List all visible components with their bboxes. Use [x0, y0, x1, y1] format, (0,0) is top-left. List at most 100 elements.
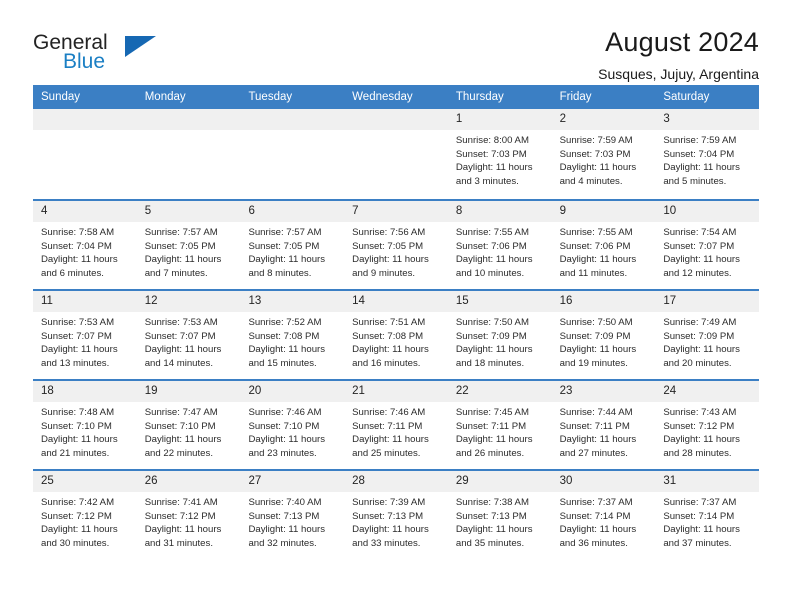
day-sun-info: Sunrise: 7:47 AM Sunset: 7:10 PM Daylight:…	[137, 402, 241, 460]
day-daylight-line2-text: and 9 minutes.	[352, 267, 416, 279]
day-cell[interactable]: 6 Sunrise: 7:57 AM Sunset: 7:05 PM Daylight…	[240, 201, 345, 289]
day-cell-empty	[33, 109, 137, 199]
day-cell[interactable]: 8 Sunrise: 7:55 AM Sunset: 7:06 PM Daylight…	[447, 201, 552, 289]
day-sunrise-text: Sunrise: 7:44 AM	[559, 407, 633, 418]
day-cell[interactable]: 10 Sunrise: 7:54 AM Sunset: 7:07 PM Dayligh…	[655, 201, 760, 289]
day-cell[interactable]: 28 Sunrise: 7:39 AM Sunset: 7:13 PM Dayligh…	[344, 471, 448, 559]
day-cell[interactable]: 3 Sunrise: 7:59 AM Sunset: 7:04 PM Daylight…	[655, 109, 760, 199]
day-sun-info: Sunrise: 7:46 AM Sunset: 7:10 PM Daylight:…	[240, 402, 344, 460]
day-cell[interactable]: 16 Sunrise: 7:50 AM Sunset: 7:09 PM Dayligh…	[551, 291, 656, 379]
day-daylight-line1-text: Daylight: 11 hours	[455, 344, 533, 356]
calendar-week-row: 18 Sunrise: 7:48 AM Sunset: 7:10 PM Dayligh…	[33, 379, 760, 469]
day-cell[interactable]: 1 Sunrise: 8:00 AM Sunset: 7:03 PM Daylight…	[447, 109, 552, 199]
day-sunset-text: Sunset: 7:13 PM	[455, 510, 527, 522]
day-sunrise-text: Sunrise: 7:38 AM	[455, 497, 529, 508]
calendar-grid: Sunday Monday Tuesday Wednesday Thursday Frid…	[33, 85, 760, 559]
day-number: 10	[655, 201, 760, 222]
day-cell[interactable]: 12 Sunrise: 7:53 AM Sunset: 7:07 PM Dayligh…	[136, 291, 241, 379]
day-sunrise-text: Sunrise: 7:56 AM	[352, 227, 426, 238]
day-sunrise-text: Sunrise: 7:37 AM	[559, 497, 633, 508]
day-cell[interactable]: 4 Sunrise: 7:58 AM Sunset: 7:04 PM Daylight…	[33, 201, 137, 289]
day-daylight-line1-text: Daylight: 11 hours	[559, 524, 637, 536]
day-daylight-line2-text: and 32 minutes.	[248, 537, 317, 549]
day-sun-info: Sunrise: 7:54 AM Sunset: 7:07 PM Daylight:…	[655, 222, 759, 280]
day-sunrise-text: Sunrise: 7:41 AM	[144, 497, 218, 508]
weekday-header-row: Sunday Monday Tuesday Wednesday Thursday Frid…	[33, 85, 759, 109]
day-cell[interactable]: 23 Sunrise: 7:44 AM Sunset: 7:11 PM Dayligh…	[551, 381, 656, 469]
day-cell[interactable]: 14 Sunrise: 7:51 AM Sunset: 7:08 PM Dayligh…	[344, 291, 448, 379]
day-sun-info: Sunrise: 7:52 AM Sunset: 7:08 PM Daylight:…	[240, 312, 344, 370]
day-sun-info: Sunrise: 7:37 AM Sunset: 7:14 PM Daylight:…	[655, 492, 759, 550]
day-daylight-line2-text: and 4 minutes.	[559, 175, 623, 187]
day-sunset-text: Sunset: 7:10 PM	[41, 420, 112, 432]
day-daylight-line2-text: and 22 minutes.	[144, 447, 213, 459]
day-cell[interactable]: 25 Sunrise: 7:42 AM Sunset: 7:12 PM Dayligh…	[33, 471, 137, 559]
day-number: 31	[655, 471, 760, 492]
day-cell[interactable]: 19 Sunrise: 7:47 AM Sunset: 7:10 PM Dayligh…	[136, 381, 241, 469]
day-cell[interactable]: 15 Sunrise: 7:50 AM Sunset: 7:09 PM Dayligh…	[447, 291, 552, 379]
day-daylight-line1-text: Daylight: 11 hours	[559, 254, 637, 266]
day-cell[interactable]: 27 Sunrise: 7:40 AM Sunset: 7:13 PM Dayligh…	[240, 471, 345, 559]
day-sunset-text: Sunset: 7:13 PM	[248, 510, 320, 522]
day-cell[interactable]: 7 Sunrise: 7:56 AM Sunset: 7:05 PM Daylight…	[344, 201, 448, 289]
day-cell[interactable]: 20 Sunrise: 7:46 AM Sunset: 7:10 PM Dayligh…	[240, 381, 345, 469]
day-number: 29	[447, 471, 552, 492]
day-cell[interactable]: 22 Sunrise: 7:45 AM Sunset: 7:11 PM Dayligh…	[447, 381, 552, 469]
day-sunset-text: Sunset: 7:12 PM	[144, 510, 216, 522]
calendar-week-row: 1 Sunrise: 8:00 AM Sunset: 7:03 PM Daylight…	[33, 109, 760, 199]
day-sun-info: Sunrise: 7:50 AM Sunset: 7:09 PM Daylight:…	[552, 312, 656, 370]
day-cell[interactable]: 13 Sunrise: 7:52 AM Sunset: 7:08 PM Dayligh…	[240, 291, 345, 379]
day-cell[interactable]: 21 Sunrise: 7:46 AM Sunset: 7:11 PM Dayligh…	[344, 381, 448, 469]
day-daylight-line1-text: Daylight: 11 hours	[663, 344, 740, 356]
day-number: 5	[136, 201, 241, 222]
day-sunset-text: Sunset: 7:14 PM	[663, 510, 735, 522]
day-sunrise-text: Sunrise: 7:58 AM	[41, 227, 115, 238]
day-daylight-line2-text: and 36 minutes.	[559, 537, 628, 549]
day-sunset-text: Sunset: 7:05 PM	[352, 240, 424, 252]
day-sun-info: Sunrise: 7:43 AM Sunset: 7:12 PM Daylight:…	[655, 402, 759, 460]
day-sunrise-text: Sunrise: 7:53 AM	[144, 317, 218, 328]
day-daylight-line2-text: and 33 minutes.	[352, 537, 421, 549]
day-cell[interactable]: 17 Sunrise: 7:49 AM Sunset: 7:09 PM Dayligh…	[655, 291, 760, 379]
day-sun-info: Sunrise: 7:58 AM Sunset: 7:04 PM Daylight:…	[33, 222, 137, 280]
day-sunset-text: Sunset: 7:04 PM	[663, 148, 735, 160]
day-cell[interactable]: 5 Sunrise: 7:57 AM Sunset: 7:05 PM Daylight…	[136, 201, 241, 289]
day-sunrise-text: Sunrise: 7:42 AM	[41, 497, 115, 508]
day-sun-info: Sunrise: 7:44 AM Sunset: 7:11 PM Daylight:…	[552, 402, 656, 460]
day-cell[interactable]: 26 Sunrise: 7:41 AM Sunset: 7:12 PM Dayligh…	[136, 471, 241, 559]
day-sun-info: Sunrise: 7:57 AM Sunset: 7:05 PM Daylight:…	[137, 222, 241, 280]
day-number: 9	[551, 201, 656, 222]
day-daylight-line1-text: Daylight: 11 hours	[663, 254, 740, 266]
day-sun-info: Sunrise: 7:57 AM Sunset: 7:05 PM Daylight:…	[240, 222, 344, 280]
day-sun-info: Sunrise: 7:38 AM Sunset: 7:13 PM Daylight:…	[448, 492, 552, 550]
day-cell[interactable]: 9 Sunrise: 7:55 AM Sunset: 7:06 PM Daylight…	[551, 201, 656, 289]
day-number: 19	[136, 381, 241, 402]
day-sun-info: Sunrise: 7:55 AM Sunset: 7:06 PM Daylight:…	[448, 222, 552, 280]
day-cell[interactable]: 18 Sunrise: 7:48 AM Sunset: 7:10 PM Dayligh…	[33, 381, 137, 469]
day-daylight-line1-text: Daylight: 11 hours	[559, 162, 637, 174]
day-number: 3	[655, 109, 760, 130]
day-sunrise-text: Sunrise: 7:43 AM	[663, 407, 737, 418]
day-cell[interactable]: 24 Sunrise: 7:43 AM Sunset: 7:12 PM Dayligh…	[655, 381, 760, 469]
day-daylight-line2-text: and 35 minutes.	[455, 537, 525, 549]
day-number: 28	[344, 471, 448, 492]
day-cell[interactable]: 30 Sunrise: 7:37 AM Sunset: 7:14 PM Dayligh…	[551, 471, 656, 559]
day-daylight-line1-text: Daylight: 11 hours	[455, 524, 533, 536]
day-cell[interactable]: 2 Sunrise: 7:59 AM Sunset: 7:03 PM Daylight…	[551, 109, 656, 199]
day-sun-info: Sunrise: 7:41 AM Sunset: 7:12 PM Daylight:…	[137, 492, 241, 550]
day-number: 12	[136, 291, 241, 312]
day-daylight-line1-text: Daylight: 11 hours	[41, 524, 118, 536]
day-number: 7	[344, 201, 448, 222]
day-cell[interactable]: 29 Sunrise: 7:38 AM Sunset: 7:13 PM Dayligh…	[447, 471, 552, 559]
day-daylight-line1-text: Daylight: 11 hours	[455, 434, 533, 446]
day-cell[interactable]: 31 Sunrise: 7:37 AM Sunset: 7:14 PM Dayligh…	[655, 471, 760, 559]
day-sunset-text: Sunset: 7:03 PM	[455, 148, 527, 160]
day-sunrise-text: Sunrise: 7:50 AM	[455, 317, 529, 328]
calendar-page: General Blue August 2024 Susques, Jujuy,…	[0, 0, 792, 612]
brand-logo[interactable]: General Blue	[33, 26, 203, 72]
day-sunset-text: Sunset: 7:11 PM	[455, 420, 527, 432]
day-number	[33, 109, 137, 130]
day-number: 30	[551, 471, 656, 492]
day-daylight-line2-text: and 15 minutes.	[248, 357, 317, 369]
day-cell[interactable]: 11 Sunrise: 7:53 AM Sunset: 7:07 PM Dayligh…	[33, 291, 137, 379]
